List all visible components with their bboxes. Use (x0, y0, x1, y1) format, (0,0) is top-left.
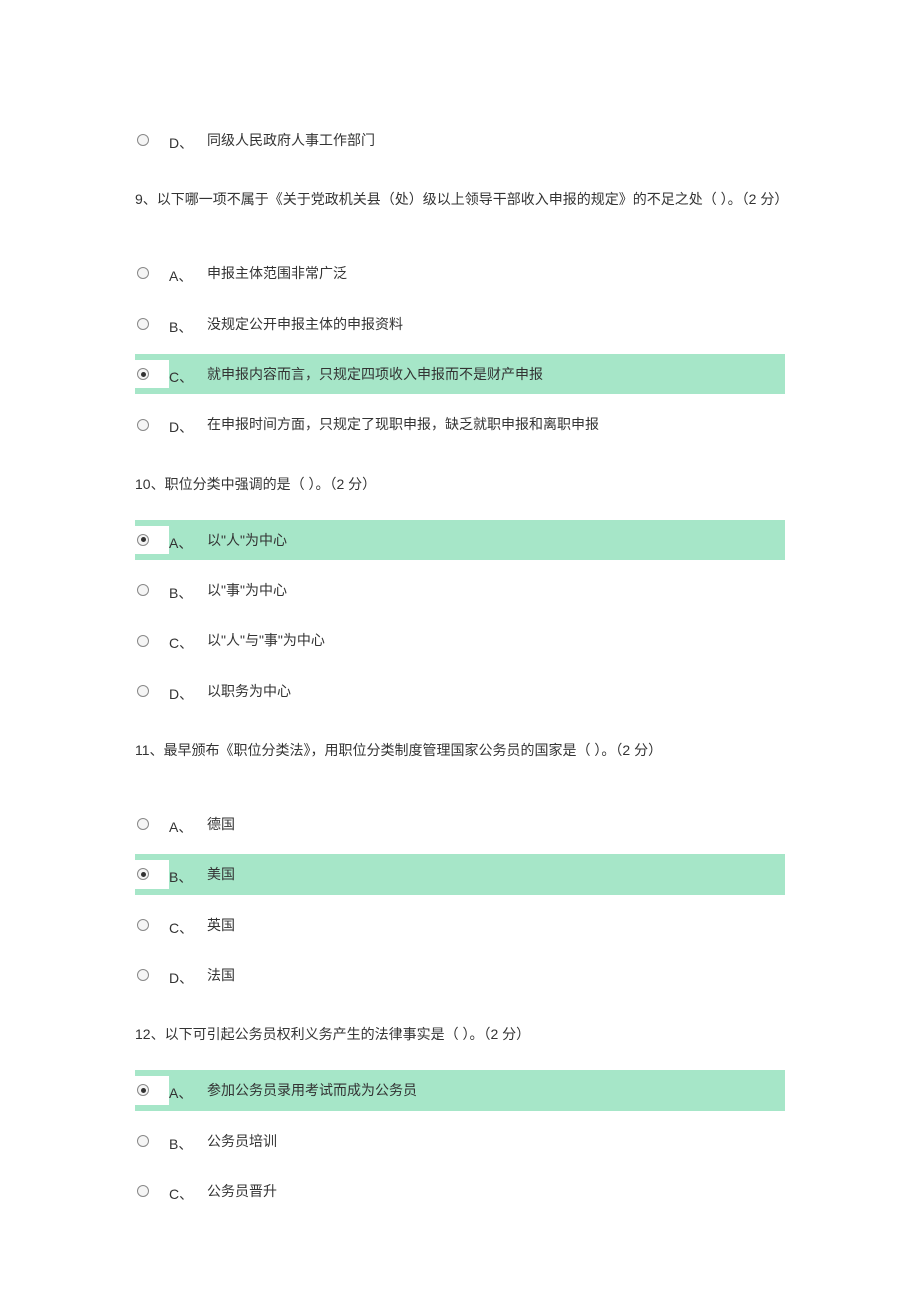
radio-icon[interactable] (137, 818, 149, 830)
option-row[interactable]: D、同级人民政府人事工作部门 (135, 120, 785, 160)
radio-cell (135, 410, 169, 438)
option-letter: B、 (169, 860, 207, 888)
question-prompt: 11、最早颁布《职位分类法》，用职位分类制度管理国家公务员的国家是（ ）。（2 … (135, 735, 785, 766)
option-row[interactable]: D、在申报时间方面，只规定了现职申报，缺乏就职申报和离职申报 (135, 404, 785, 444)
option-row[interactable]: B、美国 (135, 854, 785, 894)
question-prompt: 9、以下哪一项不属于《关于党政机关县（处）级以上领导干部收入申报的规定》的不足之… (135, 184, 785, 215)
radio-icon[interactable] (137, 635, 149, 647)
option-row[interactable]: C、就申报内容而言，只规定四项收入申报而不是财产申报 (135, 354, 785, 394)
radio-cell (135, 526, 169, 554)
radio-cell (135, 626, 169, 654)
radio-cell (135, 911, 169, 939)
radio-cell (135, 126, 169, 154)
option-letter: A、 (169, 1076, 207, 1104)
option-row[interactable]: A、参加公务员录用考试而成为公务员 (135, 1070, 785, 1110)
option-row[interactable]: A、德国 (135, 804, 785, 844)
option-row[interactable]: C、以"人"与"事"为中心 (135, 620, 785, 660)
option-text: 没规定公开申报主体的申报资料 (207, 313, 785, 335)
radio-cell (135, 961, 169, 989)
option-letter: A、 (169, 526, 207, 554)
option-text: 公务员晋升 (207, 1180, 785, 1202)
radio-cell (135, 810, 169, 838)
radio-icon[interactable] (137, 1185, 149, 1197)
radio-cell (135, 860, 169, 888)
option-row[interactable]: A、申报主体范围非常广泛 (135, 253, 785, 293)
option-row[interactable]: D、法国 (135, 955, 785, 995)
question-prompt: 12、以下可引起公务员权利义务产生的法律事实是（ ）。（2 分） (135, 1019, 785, 1050)
option-text: 就申报内容而言，只规定四项收入申报而不是财产申报 (207, 363, 785, 385)
option-row[interactable]: B、以"事"为中心 (135, 570, 785, 610)
option-text: 以职务为中心 (207, 680, 785, 702)
option-letter: C、 (169, 626, 207, 654)
radio-icon[interactable] (137, 134, 149, 146)
option-letter: D、 (169, 961, 207, 989)
option-row[interactable]: B、没规定公开申报主体的申报资料 (135, 304, 785, 344)
question-prompt: 10、职位分类中强调的是（ ）。（2 分） (135, 469, 785, 500)
radio-icon[interactable] (137, 534, 149, 546)
radio-cell (135, 1076, 169, 1104)
option-letter: C、 (169, 911, 207, 939)
radio-cell (135, 360, 169, 388)
option-letter: A、 (169, 810, 207, 838)
option-text: 以"事"为中心 (207, 579, 785, 601)
option-text: 德国 (207, 813, 785, 835)
option-text: 在申报时间方面，只规定了现职申报，缺乏就职申报和离职申报 (207, 413, 785, 435)
radio-icon[interactable] (137, 584, 149, 596)
option-letter: A、 (169, 259, 207, 287)
radio-icon[interactable] (137, 685, 149, 697)
radio-icon[interactable] (137, 1084, 149, 1096)
radio-cell (135, 677, 169, 705)
radio-cell (135, 259, 169, 287)
radio-icon[interactable] (137, 267, 149, 279)
radio-icon[interactable] (137, 919, 149, 931)
option-letter: D、 (169, 677, 207, 705)
option-row[interactable]: B、公务员培训 (135, 1121, 785, 1161)
option-letter: D、 (169, 126, 207, 154)
radio-cell (135, 576, 169, 604)
option-text: 英国 (207, 914, 785, 936)
option-letter: B、 (169, 576, 207, 604)
option-text: 参加公务员录用考试而成为公务员 (207, 1079, 785, 1101)
option-text: 法国 (207, 964, 785, 986)
option-text: 公务员培训 (207, 1130, 785, 1152)
option-text: 美国 (207, 863, 785, 885)
option-row[interactable]: C、英国 (135, 905, 785, 945)
radio-icon[interactable] (137, 969, 149, 981)
option-text: 申报主体范围非常广泛 (207, 262, 785, 284)
option-row[interactable]: D、以职务为中心 (135, 671, 785, 711)
radio-icon[interactable] (137, 368, 149, 380)
option-text: 以"人"与"事"为中心 (207, 629, 785, 651)
radio-cell (135, 1127, 169, 1155)
radio-icon[interactable] (137, 419, 149, 431)
option-row[interactable]: A、以"人"为中心 (135, 520, 785, 560)
option-letter: C、 (169, 360, 207, 388)
option-text: 同级人民政府人事工作部门 (207, 129, 785, 151)
option-text: 以"人"为中心 (207, 529, 785, 551)
radio-icon[interactable] (137, 318, 149, 330)
option-letter: C、 (169, 1177, 207, 1205)
option-letter: B、 (169, 310, 207, 338)
option-letter: D、 (169, 410, 207, 438)
radio-cell (135, 1177, 169, 1205)
radio-icon[interactable] (137, 868, 149, 880)
option-letter: B、 (169, 1127, 207, 1155)
radio-icon[interactable] (137, 1135, 149, 1147)
radio-cell (135, 310, 169, 338)
option-row[interactable]: C、公务员晋升 (135, 1171, 785, 1211)
